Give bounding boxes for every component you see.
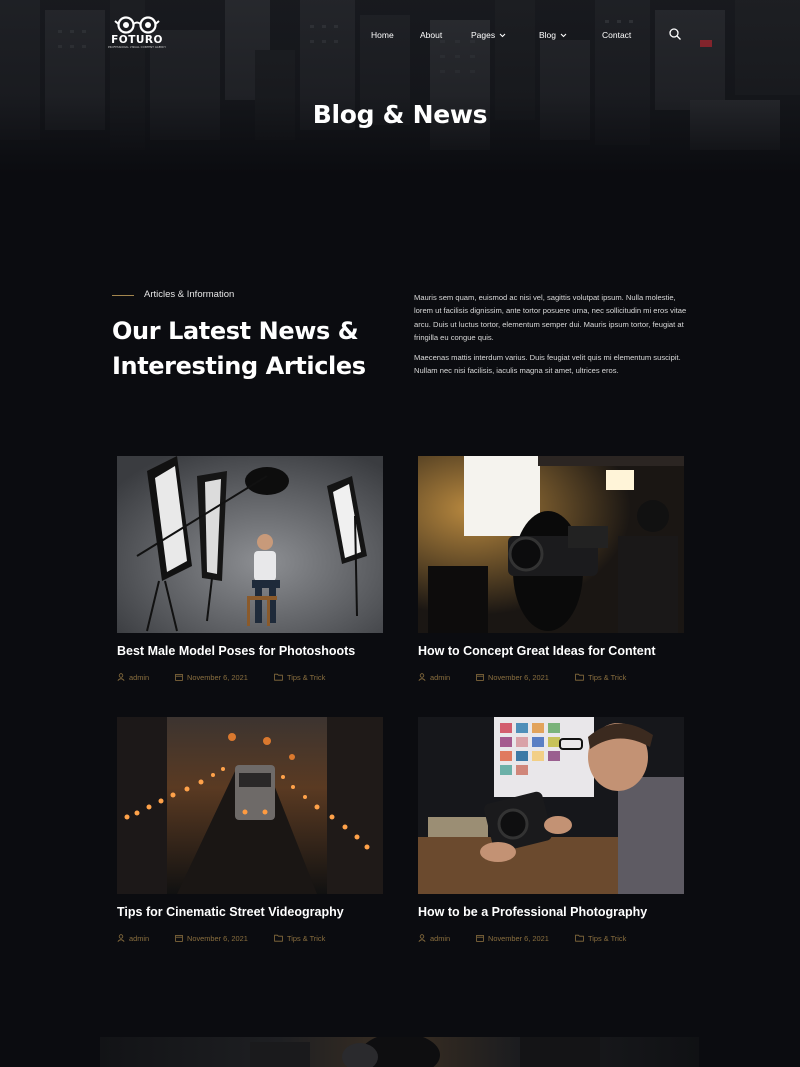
post-category[interactable]: Tips & Trick: [274, 673, 325, 683]
post-author[interactable]: admin: [117, 934, 149, 944]
post-thumbnail[interactable]: [117, 456, 383, 633]
search-icon[interactable]: [668, 27, 682, 41]
user-icon: [418, 934, 426, 942]
post-card[interactable]: How to Concept Great Ideas for Content a…: [418, 456, 684, 706]
section-title: Our Latest News & Interesting Articles: [112, 317, 366, 380]
nav-home[interactable]: Home: [371, 28, 394, 42]
nav-about-label: About: [420, 30, 443, 40]
post-card[interactable]: Best Male Model Poses for Photoshoots ad…: [117, 456, 383, 706]
post-date-label: November 6, 2021: [488, 934, 549, 943]
post-date: November 6, 2021: [175, 673, 248, 683]
post-author[interactable]: admin: [418, 934, 450, 944]
post-date-label: November 6, 2021: [187, 934, 248, 943]
post-category[interactable]: Tips & Trick: [575, 673, 626, 683]
post-author-label: admin: [129, 673, 150, 682]
intro-paragraph-2: Maecenas mattis interdum varius. Duis fe…: [414, 353, 681, 376]
post-thumbnail[interactable]: [418, 456, 684, 633]
nav-pages-label: Pages: [471, 30, 496, 40]
hero-header: FOTURO PROFESSIONAL VISUAL CONTENT AGENC…: [0, 0, 800, 175]
folder-icon: [274, 934, 283, 942]
post-author-label: admin: [430, 673, 451, 682]
user-icon: [117, 673, 125, 681]
nav-contact-label: Contact: [602, 30, 632, 40]
next-section-banner-image: [100, 1037, 699, 1067]
nav-pages[interactable]: Pages: [471, 28, 506, 42]
post-title[interactable]: Best Male Model Poses for Photoshoots: [117, 644, 397, 658]
city-train-night-image: [117, 717, 383, 894]
post-author[interactable]: admin: [117, 673, 149, 683]
post-meta: admin November 6, 2021 Tips & Trick: [117, 673, 397, 685]
post-card[interactable]: How to be a Professional Photography adm…: [418, 717, 684, 967]
post-author[interactable]: admin: [418, 673, 450, 683]
post-thumbnail[interactable]: [418, 717, 684, 894]
post-title[interactable]: How to be a Professional Photography: [418, 905, 698, 919]
nav-blog-label: Blog: [539, 30, 557, 40]
folder-icon: [575, 934, 584, 942]
post-meta: admin November 6, 2021 Tips & Trick: [418, 673, 698, 685]
post-category-label: Tips & Trick: [588, 934, 627, 943]
post-title[interactable]: Tips for Cinematic Street Videography: [117, 905, 397, 919]
post-category-label: Tips & Trick: [588, 673, 627, 682]
chevron-down-icon: [499, 33, 506, 38]
calendar-icon: [175, 673, 183, 681]
post-thumbnail[interactable]: [117, 717, 383, 894]
post-date-label: November 6, 2021: [187, 673, 248, 682]
user-icon: [418, 673, 426, 681]
folder-icon: [575, 673, 584, 681]
post-date: November 6, 2021: [476, 934, 549, 944]
brand-tagline: PROFESSIONAL VISUAL CONTENT AGENCY: [107, 46, 167, 49]
intro-paragraph-1: Mauris sem quam, euismod ac nisi vel, sa…: [414, 293, 687, 342]
post-category-label: Tips & Trick: [287, 934, 326, 943]
post-title[interactable]: How to Concept Great Ideas for Content: [418, 644, 698, 658]
film-set-camera-image: [418, 456, 684, 633]
calendar-icon: [476, 673, 484, 681]
folder-icon: [274, 673, 283, 681]
section-eyebrow: Articles & Information: [144, 289, 235, 300]
camera-gear-image: [250, 1037, 600, 1067]
page-title: Blog & News: [312, 100, 488, 129]
nav-blog[interactable]: Blog: [539, 28, 567, 42]
calendar-icon: [476, 934, 484, 942]
post-date-label: November 6, 2021: [488, 673, 549, 682]
post-meta: admin November 6, 2021 Tips & Trick: [117, 934, 397, 946]
user-icon: [117, 934, 125, 942]
photographer-camera-image: [418, 717, 684, 894]
post-date: November 6, 2021: [175, 934, 248, 944]
post-author-label: admin: [129, 934, 150, 943]
nav-about[interactable]: About: [420, 28, 442, 42]
post-category[interactable]: Tips & Trick: [575, 934, 626, 944]
chevron-down-icon: [560, 33, 567, 38]
nav-home-label: Home: [371, 30, 394, 40]
post-meta: admin November 6, 2021 Tips & Trick: [418, 934, 698, 946]
studio-photoshoot-image: [117, 456, 383, 633]
post-date: November 6, 2021: [476, 673, 549, 683]
nav-contact[interactable]: Contact: [602, 28, 631, 42]
post-category[interactable]: Tips & Trick: [274, 934, 325, 944]
post-author-label: admin: [430, 934, 451, 943]
post-category-label: Tips & Trick: [287, 673, 326, 682]
post-card[interactable]: Tips for Cinematic Street Videography ad…: [117, 717, 383, 967]
eyebrow-divider: [112, 295, 134, 296]
calendar-icon: [175, 934, 183, 942]
